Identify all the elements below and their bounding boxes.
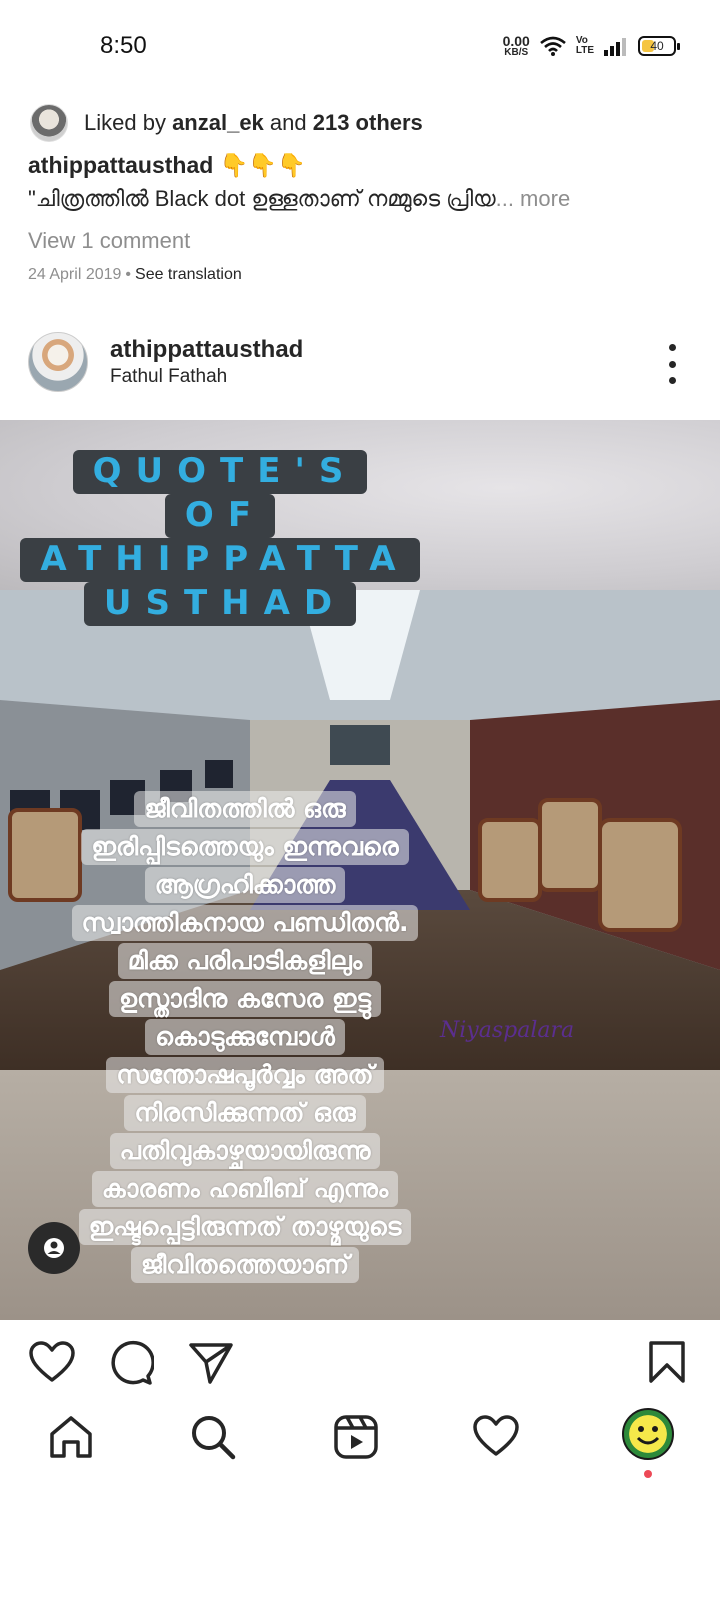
signal-icon <box>604 38 626 56</box>
date-separator: • <box>125 266 132 283</box>
quote-line: കാരണം ഹബീബ് എന്നും <box>91 1171 399 1207</box>
reels-icon[interactable] <box>333 1414 379 1460</box>
quote-title-line: OF <box>164 494 276 538</box>
quote-text: ജീവിതത്തിൽ ഒരു ഇരിപ്പിടത്തെയും ഇന്നുവരെ … <box>10 790 480 1284</box>
caption-username[interactable]: athippattausthad 👇👇👇 <box>28 152 306 179</box>
caption-body: "ചിത്രത്തിൽ Black dot ഉള്ളതാണ് നമ്മുടെ പ… <box>28 186 496 211</box>
caption-more-link[interactable]: ... more <box>496 186 571 211</box>
signature-watermark: Niyaspalara <box>440 1018 575 1043</box>
status-bar: 8:50 0.00 KB/S Vo LTE 40 <box>0 0 720 76</box>
send-icon[interactable] <box>188 1340 234 1386</box>
post-avatar[interactable] <box>28 332 88 392</box>
network-speed-value: 0.00 <box>502 33 530 49</box>
likes-middle: and <box>263 110 313 135</box>
quote-line: ജീവിതത്തെയാണ് <box>130 1247 360 1283</box>
post-date: 24 April 2019 <box>28 266 122 283</box>
view-comments-link[interactable]: View 1 comment <box>28 228 190 254</box>
status-time: 8:50 <box>100 32 147 59</box>
home-icon[interactable] <box>48 1414 94 1460</box>
quote-line: മിക്ക പരിപാടികളിലും <box>117 943 373 979</box>
quote-line: ആഗ്രഹിക്കാത്ത <box>144 867 346 903</box>
quote-line: നിരസിക്കുന്നത് ഒരു <box>124 1095 366 1131</box>
post-username[interactable]: athippattausthad <box>110 336 303 364</box>
liker-avatar <box>30 104 68 142</box>
caption-text[interactable]: "ചിത്രത്തിൽ Black dot ഉള്ളതാണ് നമ്മുടെ പ… <box>28 186 688 212</box>
post-actions <box>0 1330 720 1400</box>
status-icons: 0.00 KB/S Vo LTE 40 <box>503 34 680 58</box>
likes-text[interactable]: Liked by anzal_ek and 213 others <box>84 110 423 136</box>
bookmark-icon[interactable] <box>648 1340 686 1384</box>
likes-user[interactable]: anzal_ek <box>172 110 264 135</box>
smiley-icon <box>636 1426 660 1445</box>
see-translation-link[interactable]: See translation <box>135 266 242 283</box>
post-header: athippattausthad Fathul Fathah <box>0 330 720 402</box>
more-options-icon[interactable] <box>660 344 684 384</box>
caption-emoji: 👇👇👇 <box>219 152 306 178</box>
quote-line: സന്തോഷപൂർവ്വം അത് <box>106 1057 384 1093</box>
quote-line: സ്വാത്തികനായ പണ്ഡിതൻ. <box>71 905 419 941</box>
volte-indicator: Vo LTE <box>576 36 594 56</box>
quote-line: ഇരിപ്പിടത്തെയും ഇന്നുവരെ <box>81 829 409 865</box>
quote-line: ഉസ്താദിനു കസേര ഇട്ടു <box>108 981 381 1017</box>
likes-count[interactable]: 213 others <box>313 110 423 135</box>
caption-username-text[interactable]: athippattausthad <box>28 152 213 178</box>
battery-icon: 40 <box>638 36 680 56</box>
likes-row[interactable]: Liked by anzal_ek and 213 others <box>30 104 423 142</box>
network-speed: 0.00 KB/S <box>503 34 530 58</box>
post-date-row: 24 April 2019 • See translation <box>28 266 242 284</box>
post-location[interactable]: Fathul Fathah <box>110 366 227 388</box>
activity-heart-icon[interactable] <box>472 1414 520 1458</box>
quote-line: ജീവിതത്തിൽ ഒരു <box>134 791 356 827</box>
heart-icon[interactable] <box>28 1340 76 1384</box>
bottom-navigation <box>0 1400 720 1490</box>
network-speed-unit: KB/S <box>504 47 529 58</box>
battery-level: 40 <box>650 39 664 53</box>
wifi-icon <box>540 36 566 56</box>
tagged-users-icon[interactable] <box>28 1222 80 1274</box>
quote-line: ഇഷ്ടപ്പെട്ടിരുന്നത് താഴ്മയുടെ <box>78 1209 412 1245</box>
quote-title: QUOTE'S OF ATHIPPATTA USTHAD <box>0 450 440 626</box>
person-icon <box>44 1238 64 1258</box>
profile-avatar[interactable] <box>622 1408 674 1460</box>
quote-line: കൊടുക്കുമ്പോൾ <box>145 1019 345 1055</box>
comment-icon[interactable] <box>108 1340 154 1386</box>
quote-line: പതിവുകാഴ്ചയായിരുന്നു <box>109 1133 381 1169</box>
post-image[interactable]: QUOTE'S OF ATHIPPATTA USTHAD ജീവിതത്തിൽ … <box>0 420 720 1320</box>
quote-title-line: QUOTE'S <box>72 450 368 494</box>
likes-prefix: Liked by <box>84 110 173 135</box>
quote-title-line: ATHIPPATTA <box>20 538 420 582</box>
volte-bottom: LTE <box>575 45 594 56</box>
notification-dot <box>644 1470 652 1478</box>
search-icon[interactable] <box>190 1414 236 1460</box>
quote-title-line: USTHAD <box>83 582 357 626</box>
